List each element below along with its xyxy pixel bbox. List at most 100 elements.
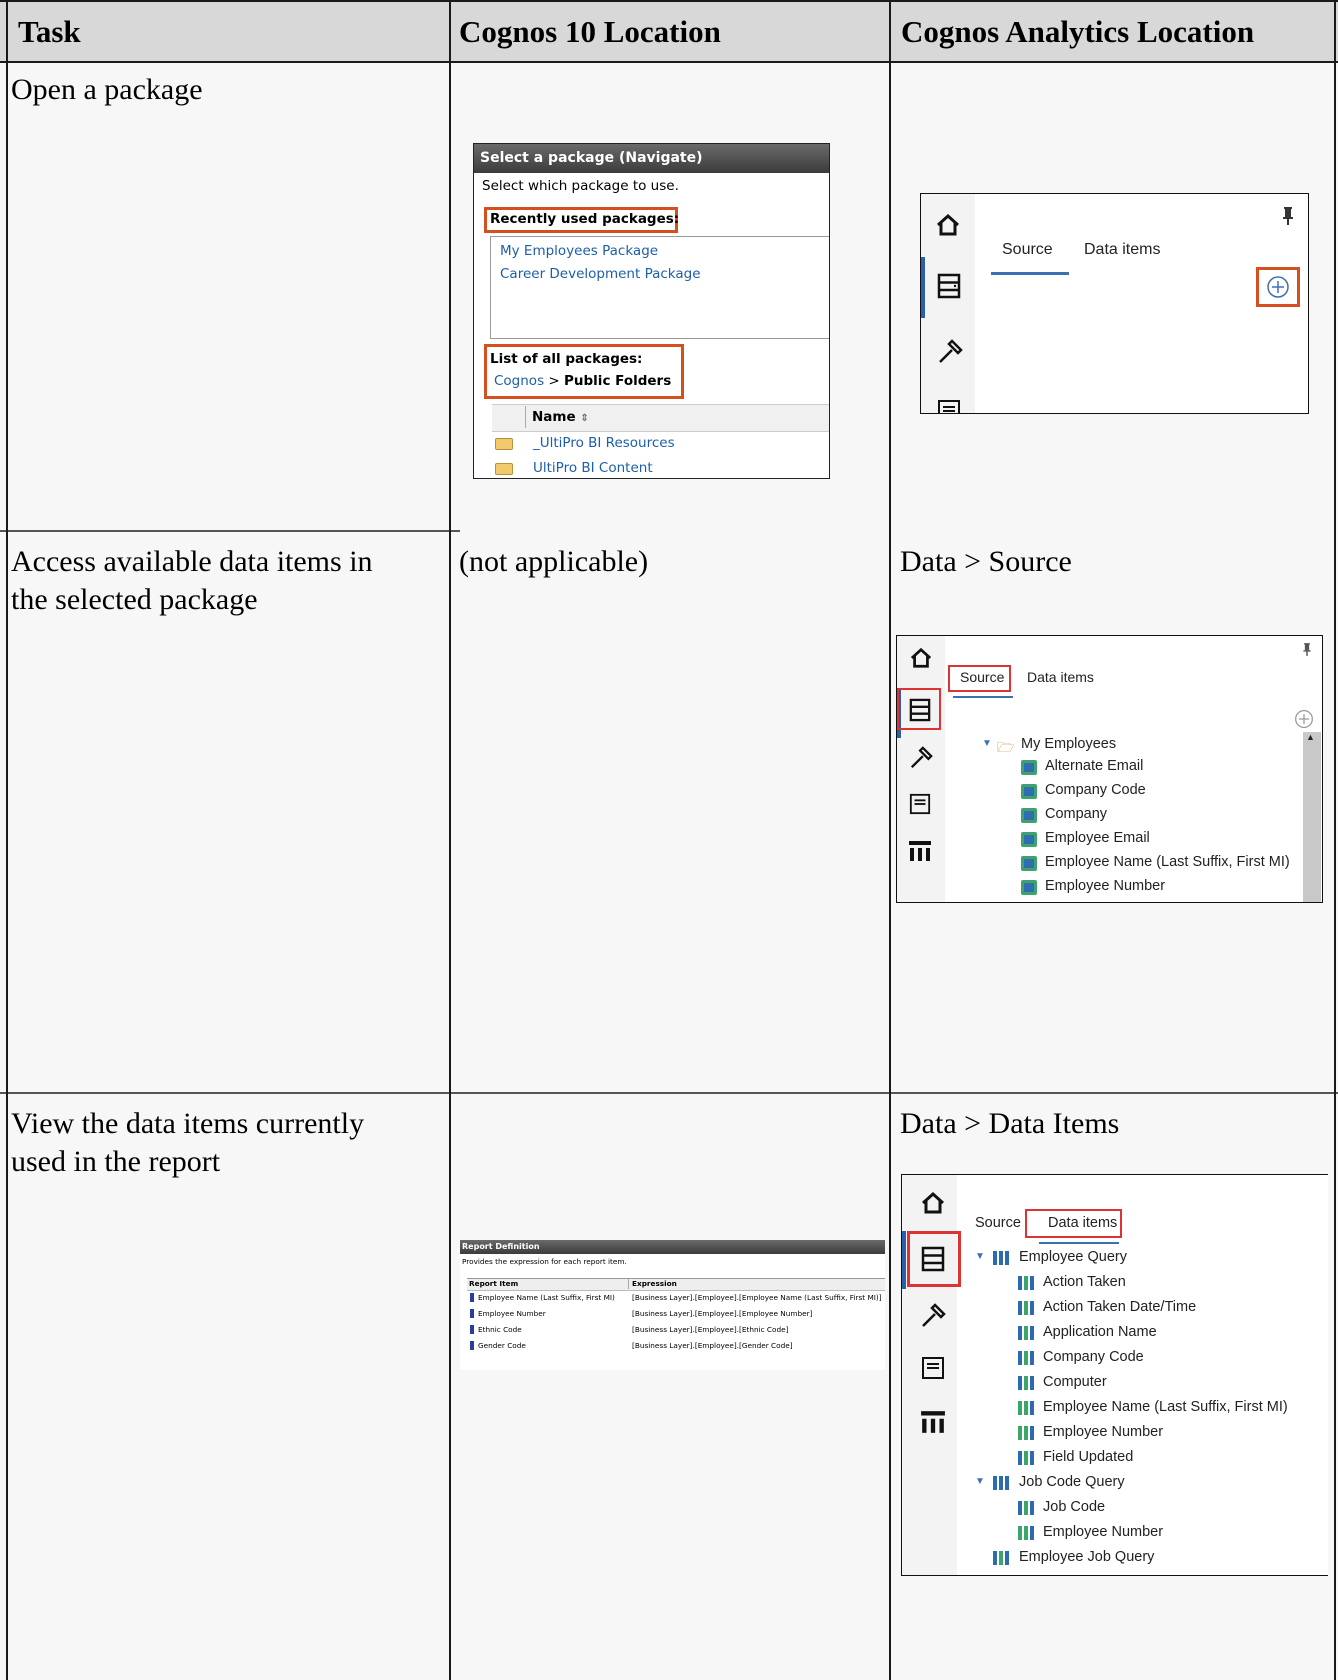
column-divider-2 (889, 0, 891, 1680)
row2-task-line2: the selected package (11, 583, 258, 616)
active-tab-underline (953, 696, 1013, 698)
query-icon (993, 1251, 1009, 1265)
row3-task-line2: used in the report (11, 1145, 221, 1178)
data-item[interactable]: Field Updated (1043, 1449, 1133, 1465)
query-icon (993, 1476, 1009, 1490)
breadcrumb-public-folders: Public Folders (564, 373, 672, 389)
tab-source[interactable]: Source (1002, 241, 1053, 259)
data-item-icon (1018, 1451, 1034, 1465)
pages-icon[interactable] (909, 793, 931, 815)
row2-task-line1: Access available data items in (11, 545, 373, 578)
home-icon[interactable] (920, 1191, 946, 1215)
data-item[interactable]: Employee Number (1043, 1524, 1163, 1540)
data-item-icon (1018, 1501, 1034, 1515)
toolbox-icon[interactable] (937, 339, 963, 365)
scroll-up-arrow[interactable]: ▲ (1306, 732, 1315, 742)
field-icon (1021, 880, 1037, 895)
data-item-icon (1018, 1276, 1034, 1290)
report-item-name[interactable]: Employee Name (Last Suffix, First MI) (478, 1293, 615, 1302)
pin-icon[interactable] (1302, 642, 1312, 657)
tab-source[interactable]: Source (960, 669, 1004, 685)
query-job-code-query[interactable]: Job Code Query (1019, 1474, 1125, 1490)
folder-icon (495, 463, 513, 475)
expand-arrow-icon[interactable]: ▼ (975, 1251, 985, 1262)
data-item-icon (1018, 1376, 1034, 1390)
recent-package-2[interactable]: Career Development Package (500, 266, 701, 282)
header-divider (0, 61, 1338, 63)
add-source-icon[interactable] (1294, 709, 1314, 729)
list-header-divider (525, 406, 526, 428)
data-item-icon (1018, 1301, 1034, 1315)
home-icon[interactable] (935, 213, 961, 237)
report-item-expression: [Business Layer].[Employee].[Gender Code… (632, 1341, 793, 1350)
query-icon[interactable] (908, 840, 932, 862)
folder-icon (495, 438, 513, 450)
tab-source[interactable]: Source (975, 1215, 1021, 1231)
table-top-border (0, 0, 1338, 2)
data-item[interactable]: Application Name (1043, 1324, 1157, 1340)
data-item[interactable]: Employee Name (Last Suffix, First MI) (1043, 1399, 1288, 1415)
report-item-name[interactable]: Gender Code (478, 1341, 526, 1350)
source-root-my-employees[interactable]: My Employees (1021, 736, 1116, 752)
breadcrumb-separator: > (548, 373, 560, 389)
source-item[interactable]: Employee Name (Last Suffix, First MI) (1045, 854, 1290, 870)
query-employee-job-query[interactable]: Employee Job Query (1019, 1549, 1154, 1565)
header-task: Task (18, 14, 81, 49)
source-item[interactable]: Company Code (1045, 782, 1146, 798)
query-employee-query[interactable]: Employee Query (1019, 1249, 1127, 1265)
all-packages-label: List of all packages: (490, 351, 643, 367)
active-tab-underline (1039, 1242, 1119, 1244)
recent-package-1[interactable]: My Employees Package (500, 243, 658, 259)
row3-task-line1: View the data items currently (11, 1107, 365, 1140)
tab-data-items[interactable]: Data items (1048, 1215, 1117, 1231)
toolbox-icon[interactable] (920, 1303, 946, 1329)
data-item-icon (470, 1293, 474, 1302)
data-item[interactable]: Action Taken Date/Time (1043, 1299, 1196, 1315)
ca-data-panel-open: Source Data items (920, 193, 1309, 414)
report-item-name[interactable]: Employee Number (478, 1309, 546, 1318)
active-rail-indicator (921, 257, 925, 318)
data-item[interactable]: Computer (1043, 1374, 1107, 1390)
source-item[interactable]: Alternate Email (1045, 758, 1143, 774)
field-icon (1021, 784, 1037, 799)
folder-ultipro-bi-content[interactable]: UltiPro BI Content (533, 460, 653, 476)
column-name-header[interactable]: Name ⇕ (532, 409, 589, 425)
tab-data-items[interactable]: Data items (1027, 669, 1094, 685)
header-cognos-analytics: Cognos Analytics Location (901, 14, 1255, 49)
home-icon[interactable] (909, 647, 933, 669)
expand-arrow-icon[interactable]: ▼ (975, 1476, 985, 1487)
data-item[interactable]: Action Taken (1043, 1274, 1126, 1290)
folder-ultipro-bi-resources[interactable]: _UltiPro BI Resources (533, 435, 675, 451)
breadcrumb-cognos[interactable]: Cognos (494, 373, 544, 389)
row3-cognos-analytics: Data > Data Items (900, 1107, 1120, 1140)
scrollbar[interactable] (1303, 732, 1321, 902)
sort-icon: ⇕ (580, 413, 589, 424)
pages-icon[interactable] (937, 399, 961, 414)
field-icon (1021, 832, 1037, 847)
toolbox-icon[interactable] (909, 746, 933, 770)
report-item-name[interactable]: Ethnic Code (478, 1325, 522, 1334)
data-icon[interactable] (937, 273, 961, 299)
data-item-icon (470, 1341, 474, 1350)
query-icon[interactable] (920, 1410, 946, 1434)
ca-data-items-panel: Source Data items ▼ Employee Query Actio… (901, 1174, 1328, 1576)
data-item[interactable]: Company Code (1043, 1349, 1144, 1365)
active-rail-indicator (902, 1231, 906, 1289)
source-item[interactable]: Employee Email (1045, 830, 1150, 846)
pin-icon[interactable] (1281, 206, 1295, 226)
source-item[interactable]: Company (1045, 806, 1107, 822)
add-source-icon[interactable] (1266, 275, 1290, 299)
pages-icon[interactable] (921, 1356, 945, 1380)
tab-data-items[interactable]: Data items (1084, 241, 1160, 259)
data-icon[interactable] (909, 698, 931, 722)
source-item[interactable]: Employee Number (1045, 878, 1165, 894)
field-icon (1021, 760, 1037, 775)
data-item[interactable]: Job Code (1043, 1499, 1105, 1515)
expand-arrow-icon[interactable]: ▼ (982, 738, 992, 749)
data-item-icon (1018, 1426, 1034, 1440)
header-cognos10: Cognos 10 Location (459, 14, 721, 49)
field-icon (1021, 808, 1037, 823)
data-item[interactable]: Employee Number (1043, 1424, 1163, 1440)
data-item-icon (1018, 1401, 1034, 1415)
data-icon[interactable] (921, 1246, 945, 1272)
